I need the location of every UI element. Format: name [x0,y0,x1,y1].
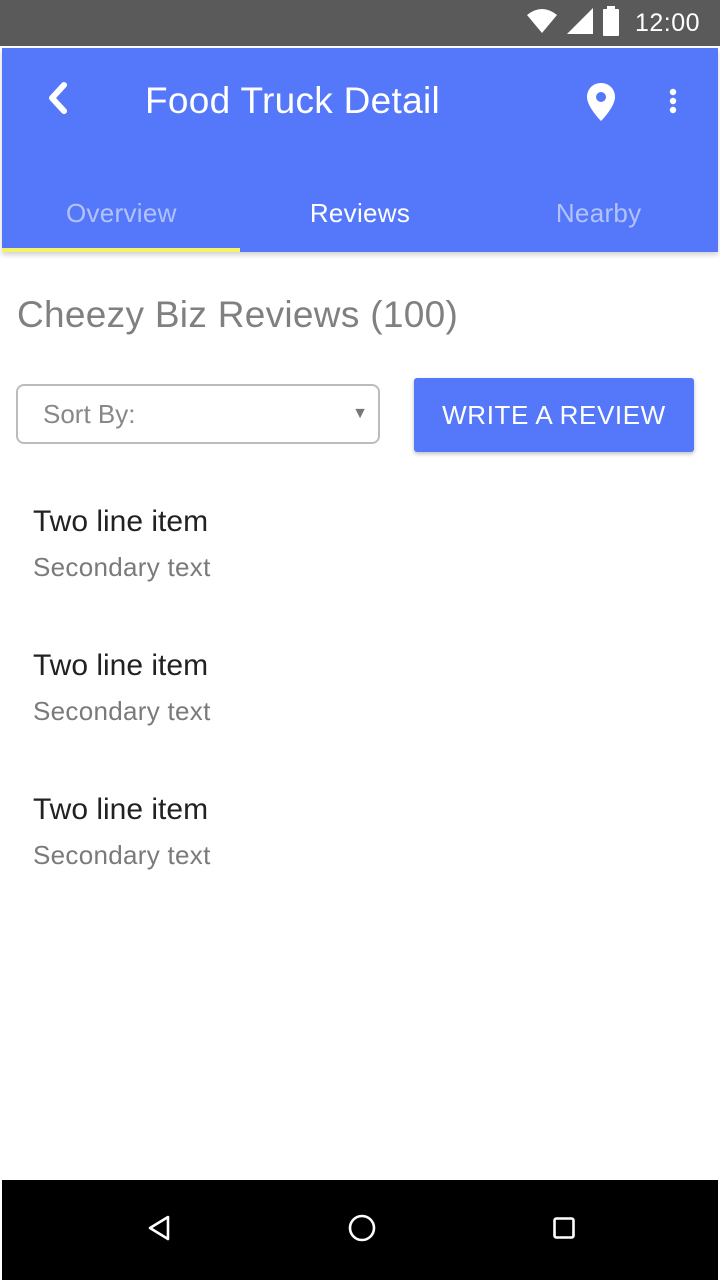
sort-by-select[interactable]: Sort By: ▼ [16,384,380,444]
tab-reviews[interactable]: Reviews [241,174,480,252]
tab-label: Nearby [555,197,642,228]
nav-back-button[interactable] [131,1202,187,1258]
review-list: Two line item Secondary text Two line it… [0,490,720,922]
tab-label: Reviews [309,197,411,228]
wifi-icon [526,8,557,38]
status-bar: 12:00 [0,0,720,46]
list-item-secondary: Secondary text [33,552,211,582]
tab-nearby[interactable]: Nearby [479,174,718,252]
list-item[interactable]: Two line item Secondary text [0,634,720,778]
signal-icon [566,7,593,39]
battery-icon [602,5,619,41]
tab-overview[interactable]: Overview [2,174,241,252]
more-vert-icon [669,88,677,119]
list-item-secondary: Secondary text [33,696,211,726]
reviews-heading: Cheezy Biz Reviews (100) [17,294,459,335]
recents-square-icon [553,1216,575,1244]
list-item[interactable]: Two line item Secondary text [0,778,720,922]
list-item-primary: Two line item [33,793,209,826]
more-options-button[interactable] [652,78,694,128]
write-review-label: WRITE A REVIEW [442,399,666,430]
home-circle-icon [348,1214,376,1247]
dropdown-arrow-icon: ▼ [352,405,368,422]
screen: 12:00 Food Truck Detail Overview Reviews… [0,0,720,1280]
location-button[interactable] [576,76,626,132]
app-bar: Food Truck Detail Overview Reviews Nearb… [2,48,718,252]
tab-indicator [2,248,240,252]
status-time: 12:00 [634,8,700,37]
chevron-left-icon [45,81,71,120]
nav-recents-button[interactable] [536,1202,592,1258]
write-review-button[interactable]: WRITE A REVIEW [414,378,694,452]
back-button[interactable] [32,74,84,126]
list-item[interactable]: Two line item Secondary text [0,490,720,634]
list-item-secondary: Secondary text [33,840,211,870]
tab-label: Overview [65,197,177,228]
nav-home-button[interactable] [334,1202,390,1258]
list-item-primary: Two line item [33,649,209,682]
status-icons: 12:00 [526,0,700,46]
tab-bar: Overview Reviews Nearby [2,174,718,252]
page-title: Food Truck Detail [145,80,441,121]
system-nav-bar [2,1180,718,1280]
sort-by-label: Sort By: [43,399,136,429]
back-triangle-icon [147,1215,171,1246]
list-item-primary: Two line item [33,505,209,538]
map-pin-icon [587,82,615,126]
